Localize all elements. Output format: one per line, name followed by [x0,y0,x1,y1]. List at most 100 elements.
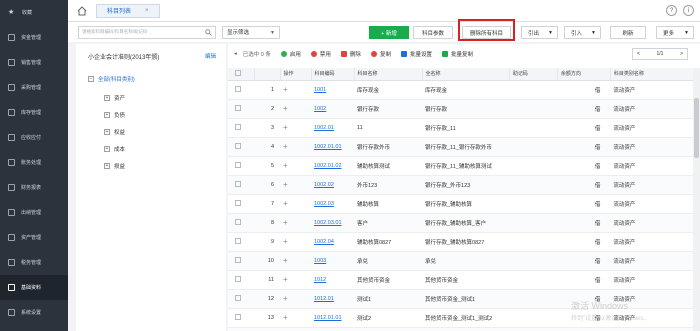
sidebar-item[interactable]: 出纳管理 [0,200,68,225]
search-icon[interactable] [205,28,212,36]
table-row[interactable]: 10 +1003 承兑 承兑 借流动资产 [228,251,694,271]
subject-code-link[interactable]: 1012.01.01 [314,315,342,321]
subject-code-link[interactable]: 1002.02 [314,182,334,188]
select-all-checkbox[interactable] [235,69,241,76]
import-dropdown[interactable]: 引入 ▼ [564,26,601,39]
add-child-icon[interactable]: + [283,180,288,189]
export-dropdown[interactable]: 引出 ▼ [521,26,558,39]
subject-code-link[interactable]: 1002.03.01 [314,220,342,226]
expand-icon[interactable]: + [104,95,110,101]
tree-node[interactable]: + 负债 [104,111,125,119]
subject-code-link[interactable]: 1012.01 [314,296,334,302]
expand-icon[interactable]: + [104,163,110,169]
table-row[interactable]: 11 +1012 其他货币资金 其他货币资金 借流动资产 [228,270,694,290]
row-checkbox[interactable] [235,313,241,320]
add-child-icon[interactable]: + [283,104,288,113]
refresh-button[interactable]: 刷新 [610,26,646,39]
subject-code-link[interactable]: 1002.01.02 [314,163,342,169]
sidebar-item[interactable]: 基础资料 [0,275,68,300]
table-row[interactable]: 1 +1001 库存现金 库存现金 借流动资产 [228,80,694,100]
add-child-icon[interactable]: + [283,85,288,94]
table-row[interactable]: 8 +1002.03.01 客户 银行存款_辅助核算_客户 借流动资产 [228,213,694,233]
tree-node[interactable]: + 资产 [104,94,125,102]
prev-page-icon[interactable]: < [637,51,640,57]
batch-copy-button[interactable]: 批量复制 [441,50,473,58]
add-child-icon[interactable]: + [283,142,288,151]
subject-code-link[interactable]: 1012 [314,277,326,283]
subject-code-link[interactable]: 1002.01 [314,125,334,131]
add-child-icon[interactable]: + [283,275,288,284]
sidebar-item[interactable]: 库存管理 [0,100,68,125]
more-dropdown[interactable]: 更多 ▼ [656,26,694,39]
row-checkbox[interactable] [235,180,241,187]
expand-icon[interactable]: + [104,129,110,135]
home-icon[interactable] [74,3,90,19]
edit-standard-link[interactable]: 编辑 [205,52,216,60]
display-filter-select[interactable]: 显示筛选 ▼ [222,25,280,39]
sidebar-item[interactable]: 销售管理 [0,50,68,75]
help-icon[interactable]: ? [666,5,677,16]
table-row[interactable]: 4 +1002.01.01 银行存款外币 银行存款_11_银行存款外币 借流动资产 [228,137,694,157]
table-row[interactable]: 2 +1002 银行存款 银行存款 借流动资产 [228,99,694,119]
sidebar-item[interactable]: 系统设置 [0,300,68,325]
batch-set-button[interactable]: 批量设置 [400,50,432,58]
tab-subject-list[interactable]: 科目列表 × [96,3,160,18]
row-checkbox[interactable] [235,123,241,130]
row-checkbox[interactable] [235,142,241,149]
table-row[interactable]: 9 +1002.04 辅助核算0827 银行存款_辅助核算0827 借流动资产 [228,232,694,252]
row-checkbox[interactable] [235,256,241,263]
subject-code-link[interactable]: 1002.01.01 [314,144,342,150]
enable-button[interactable]: 启用 [280,50,301,58]
row-checkbox[interactable] [235,237,241,244]
sidebar-item[interactable]: 账务处理 [0,150,68,175]
collapse-tree-icon[interactable]: ◂ [234,51,237,57]
vertical-scrollbar[interactable] [693,68,700,331]
sidebar-item[interactable]: 采购管理 [0,75,68,100]
add-button[interactable]: + 新增 [369,26,409,39]
table-row[interactable]: 7 +1002.03 辅助核算 银行存款_辅助核算 借流动资产 [228,194,694,214]
subject-code-link[interactable]: 1002.03 [314,201,334,207]
tree-root[interactable]: − 全部(科目类别) [88,75,135,83]
add-child-icon[interactable]: + [283,256,288,265]
subject-code-link[interactable]: 1002 [314,106,326,112]
subject-code-link[interactable]: 1003 [314,258,326,264]
sidebar-item[interactable]: ★ 收藏 [0,0,68,25]
sidebar-item[interactable]: 资金管理 [0,25,68,50]
scrollbar-thumb[interactable] [694,98,699,158]
sidebar-item[interactable]: 财务报表 [0,175,68,200]
add-child-icon[interactable]: + [283,294,288,303]
subject-code-link[interactable]: 1002.04 [314,239,334,245]
row-checkbox[interactable] [235,199,241,206]
row-checkbox[interactable] [235,104,241,111]
row-checkbox[interactable] [235,161,241,168]
sidebar-item[interactable]: 应收应付 [0,125,68,150]
table-row[interactable]: 5 +1002.01.02 辅助核算测试 银行存款_11_辅助核算测试 借流动资产 [228,156,694,176]
table-row[interactable]: 6 +1002.02 外币123 银行存款_外币123 借流动资产 [228,175,694,195]
table-row[interactable]: 3 +1002.01 11 银行存款_11 借流动资产 [228,118,694,138]
sidebar-item[interactable]: 资产管理 [0,225,68,250]
add-child-icon[interactable]: + [283,199,288,208]
subject-code-link[interactable]: 1001 [314,87,326,93]
row-checkbox[interactable] [235,85,241,92]
add-child-icon[interactable]: + [283,123,288,132]
row-checkbox[interactable] [235,218,241,225]
collapse-icon[interactable]: − [88,76,94,82]
row-checkbox[interactable] [235,294,241,301]
expand-icon[interactable]: + [104,112,110,118]
tree-node[interactable]: + 损益 [104,162,125,170]
info-icon[interactable]: i [683,5,694,16]
row-checkbox[interactable] [235,275,241,282]
add-child-icon[interactable]: + [283,161,288,170]
table-row[interactable]: 14+1012.01.01.01测试3其他货币资金_测试1_测试2_测试3 借流动… [228,327,694,331]
subject-params-button[interactable]: 科目参数 [413,26,453,39]
next-page-icon[interactable]: > [680,51,683,57]
search-input[interactable]: 请搜索科目编码/科目名称/助记码 [78,25,216,39]
add-child-icon[interactable]: + [283,313,288,322]
tree-node[interactable]: + 成本 [104,145,125,153]
tree-node[interactable]: + 权益 [104,128,125,136]
disable-button[interactable]: 禁用 [310,50,331,58]
add-child-icon[interactable]: + [283,237,288,246]
delete-button[interactable]: 删除 [340,50,361,58]
copy-button[interactable]: 复制 [370,50,391,58]
tab-close-icon[interactable]: × [145,8,149,14]
